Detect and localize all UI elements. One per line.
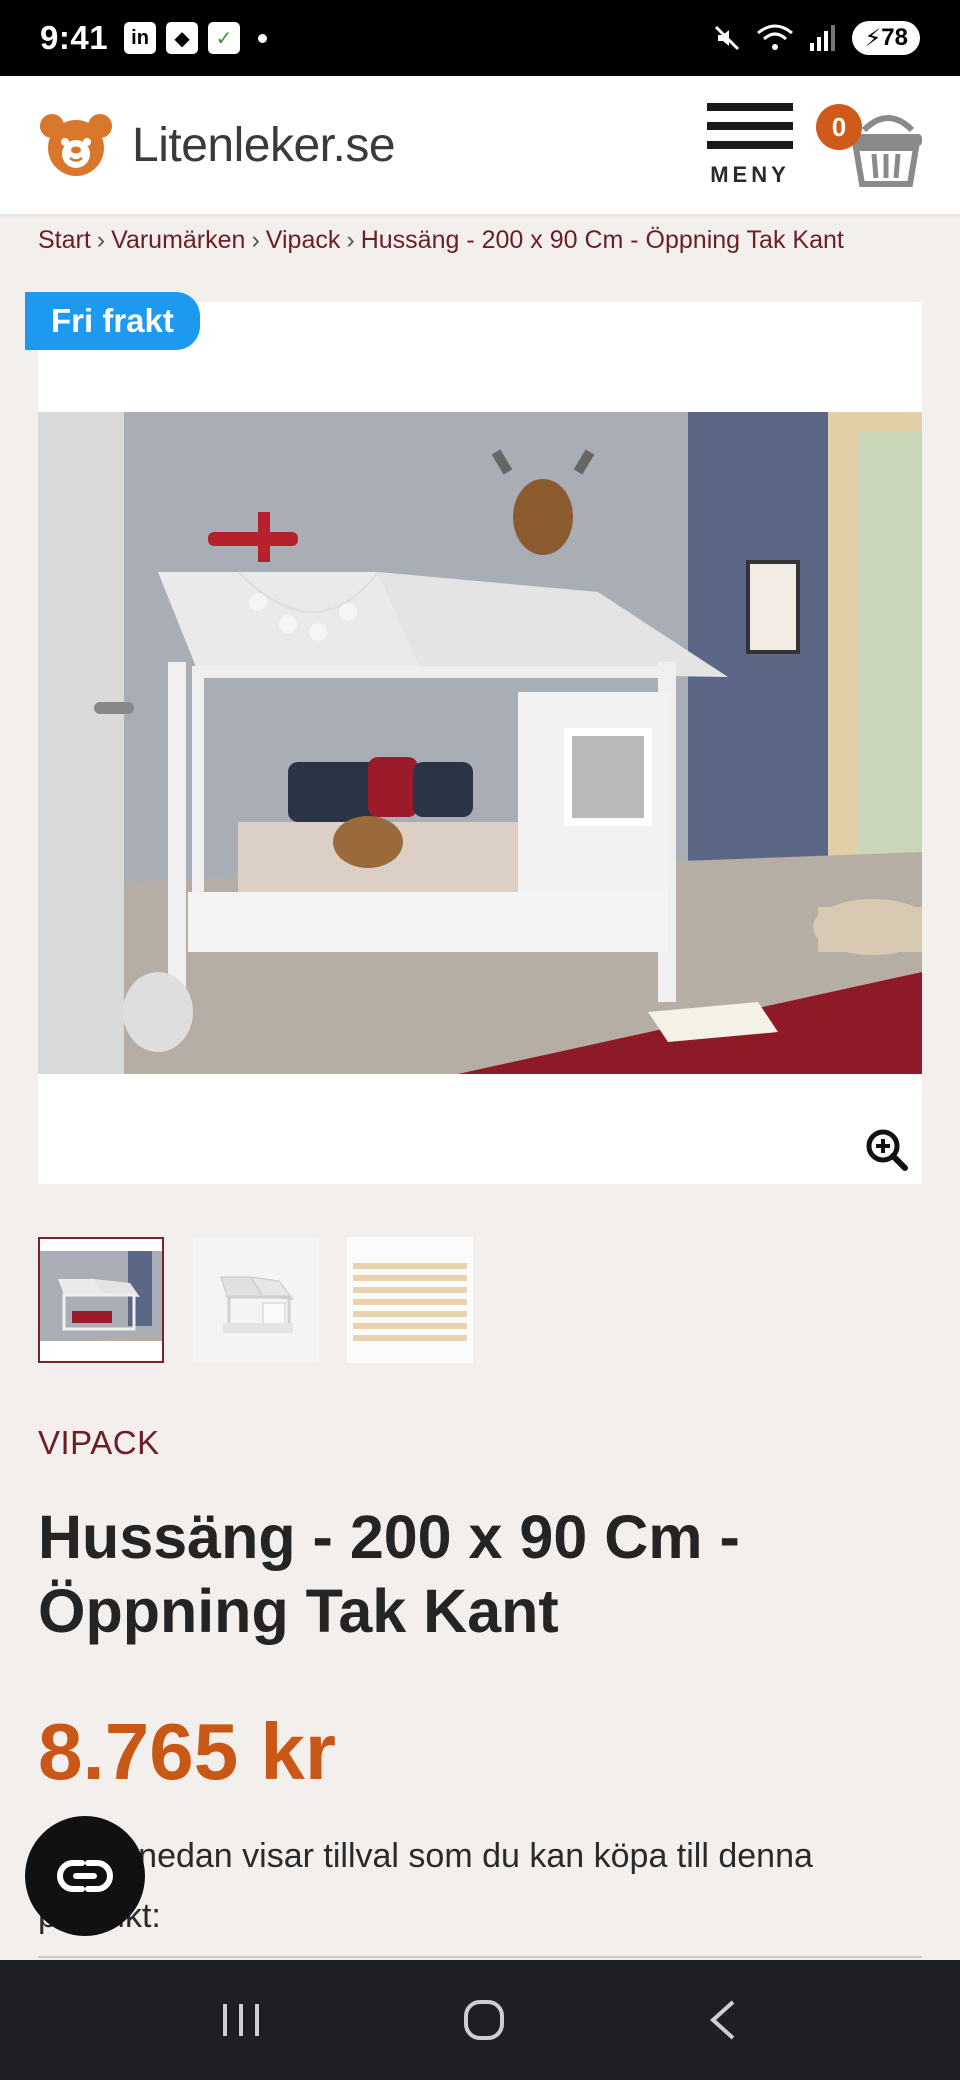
breadcrumb-current: Hussäng - 200 x 90 Cm - Öppning Tak Kant <box>360 226 844 254</box>
product-photo-illustration <box>38 412 922 1074</box>
breadcrumb-start[interactable]: Start <box>38 226 91 255</box>
product-photo[interactable] <box>38 412 922 1074</box>
product-price: 8.765 kr <box>38 1707 337 1796</box>
cart-button[interactable]: 0 <box>816 100 922 190</box>
back-icon[interactable] <box>705 1998 741 2042</box>
recent-apps-icon[interactable] <box>219 2000 263 2040</box>
breadcrumb-separator: › <box>96 226 106 254</box>
wifi-icon <box>757 24 794 50</box>
breadcrumb-vipack[interactable]: Vipack <box>266 226 341 255</box>
zoom-in-icon[interactable] <box>865 1128 909 1172</box>
mute-icon <box>715 25 740 51</box>
system-nav-bar <box>0 1960 960 2080</box>
menu-label: MENY <box>710 161 790 187</box>
site-header: Litenleker.se MENY 0 <box>0 76 960 214</box>
app-icon: ✓ <box>208 22 241 54</box>
chat-button[interactable] <box>25 1816 145 1936</box>
thumbnail-3-image <box>347 1237 473 1363</box>
logo-text: Litenleker.se <box>132 118 396 172</box>
addons-description: Listan nedan visar tillval som du kan kö… <box>38 1837 813 1935</box>
breadcrumb: Start › Varumärken › Vipack › Hussäng - … <box>38 226 844 255</box>
divider <box>38 1956 922 1958</box>
site-logo[interactable]: Litenleker.se <box>38 112 396 178</box>
product-title: Hussäng - 200 x 90 Cm - Öppning Tak Kant <box>38 1503 740 1645</box>
cart-count-badge: 0 <box>816 104 862 150</box>
status-time: 9:41 <box>40 19 109 56</box>
home-icon[interactable] <box>462 1998 506 2042</box>
more-notifications-icon <box>258 33 268 43</box>
thumbnail-1-image <box>40 1251 162 1341</box>
breadcrumb-varumarken[interactable]: Varumärken <box>111 226 245 255</box>
chat-icon <box>57 1860 113 1892</box>
notification-icons: in ◆ ✓ <box>124 22 268 54</box>
dropbox-icon: ◆ <box>166 22 199 54</box>
teddy-bear-logo-icon <box>40 114 112 176</box>
signal-icon <box>810 25 836 51</box>
thumbnail-2[interactable] <box>193 1237 319 1363</box>
free-shipping-badge: Fri frakt <box>25 292 200 350</box>
thumbnail-3[interactable] <box>347 1237 473 1363</box>
menu-button[interactable]: MENY <box>704 102 796 188</box>
hamburger-icon <box>707 102 793 111</box>
product-brand[interactable]: VIPACK <box>38 1424 160 1462</box>
linkedin-icon: in <box>124 22 157 54</box>
thumbnail-2-image <box>193 1237 319 1363</box>
battery-indicator: ⚡ 78 <box>852 21 920 55</box>
battery-level: 78 <box>881 24 908 51</box>
thumbnail-1[interactable] <box>38 1237 164 1363</box>
status-bar: 9:41 in ◆ ✓ ⚡ 78 <box>0 0 960 76</box>
